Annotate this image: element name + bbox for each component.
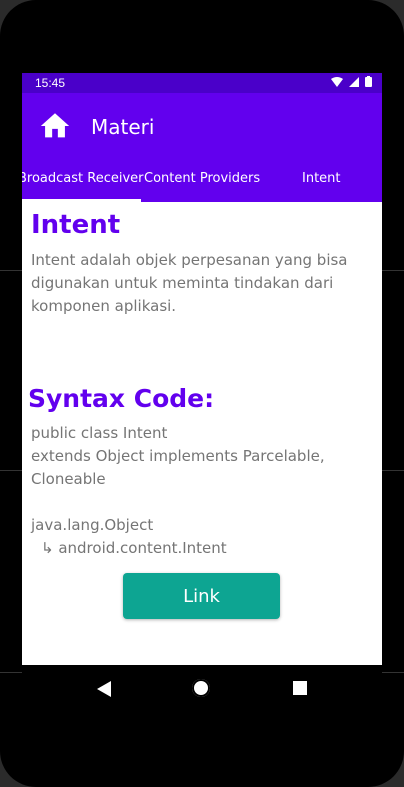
syntax-heading: Syntax Code: xyxy=(28,384,215,413)
hierarchy-child: ↳ android.content.Intent xyxy=(41,539,227,557)
back-icon[interactable] xyxy=(97,681,111,697)
status-bar: 15:45 xyxy=(22,73,382,93)
tab-content-providers[interactable]: Content Providers xyxy=(144,167,260,202)
home-nav-icon[interactable] xyxy=(192,679,210,697)
app-bar: Materi Broadcast Receiver Content Provid… xyxy=(22,93,382,202)
description-text: Intent adalah objek perpesanan yang bisa… xyxy=(31,251,348,315)
tab-broadcast-receiver[interactable]: Broadcast Receiver xyxy=(22,167,144,202)
navigation-bar xyxy=(22,665,382,713)
tab-indicator xyxy=(22,199,141,202)
class-hierarchy: java.lang.Object ↳ android.content.Inten… xyxy=(31,514,227,560)
app-screen: 15:45 Materi Broadcast Receiver Content … xyxy=(22,73,382,668)
status-time: 15:45 xyxy=(35,76,66,90)
tab-intent[interactable]: Intent xyxy=(302,167,341,202)
hierarchy-parent: java.lang.Object xyxy=(31,516,154,534)
status-icons xyxy=(331,76,372,87)
signal-icon xyxy=(349,76,359,87)
recent-apps-icon[interactable] xyxy=(293,681,307,695)
home-icon[interactable] xyxy=(38,109,72,143)
tab-bar: Broadcast Receiver Content Providers Int… xyxy=(22,167,382,202)
app-title: Materi xyxy=(91,115,155,139)
device-frame: 15:45 Materi Broadcast Receiver Content … xyxy=(0,0,404,787)
battery-icon xyxy=(365,76,372,87)
syntax-code: public class Intent extends Object imple… xyxy=(31,424,325,488)
page-title: Intent xyxy=(31,210,121,240)
link-button[interactable]: Link xyxy=(123,573,280,619)
wifi-icon xyxy=(331,76,343,87)
